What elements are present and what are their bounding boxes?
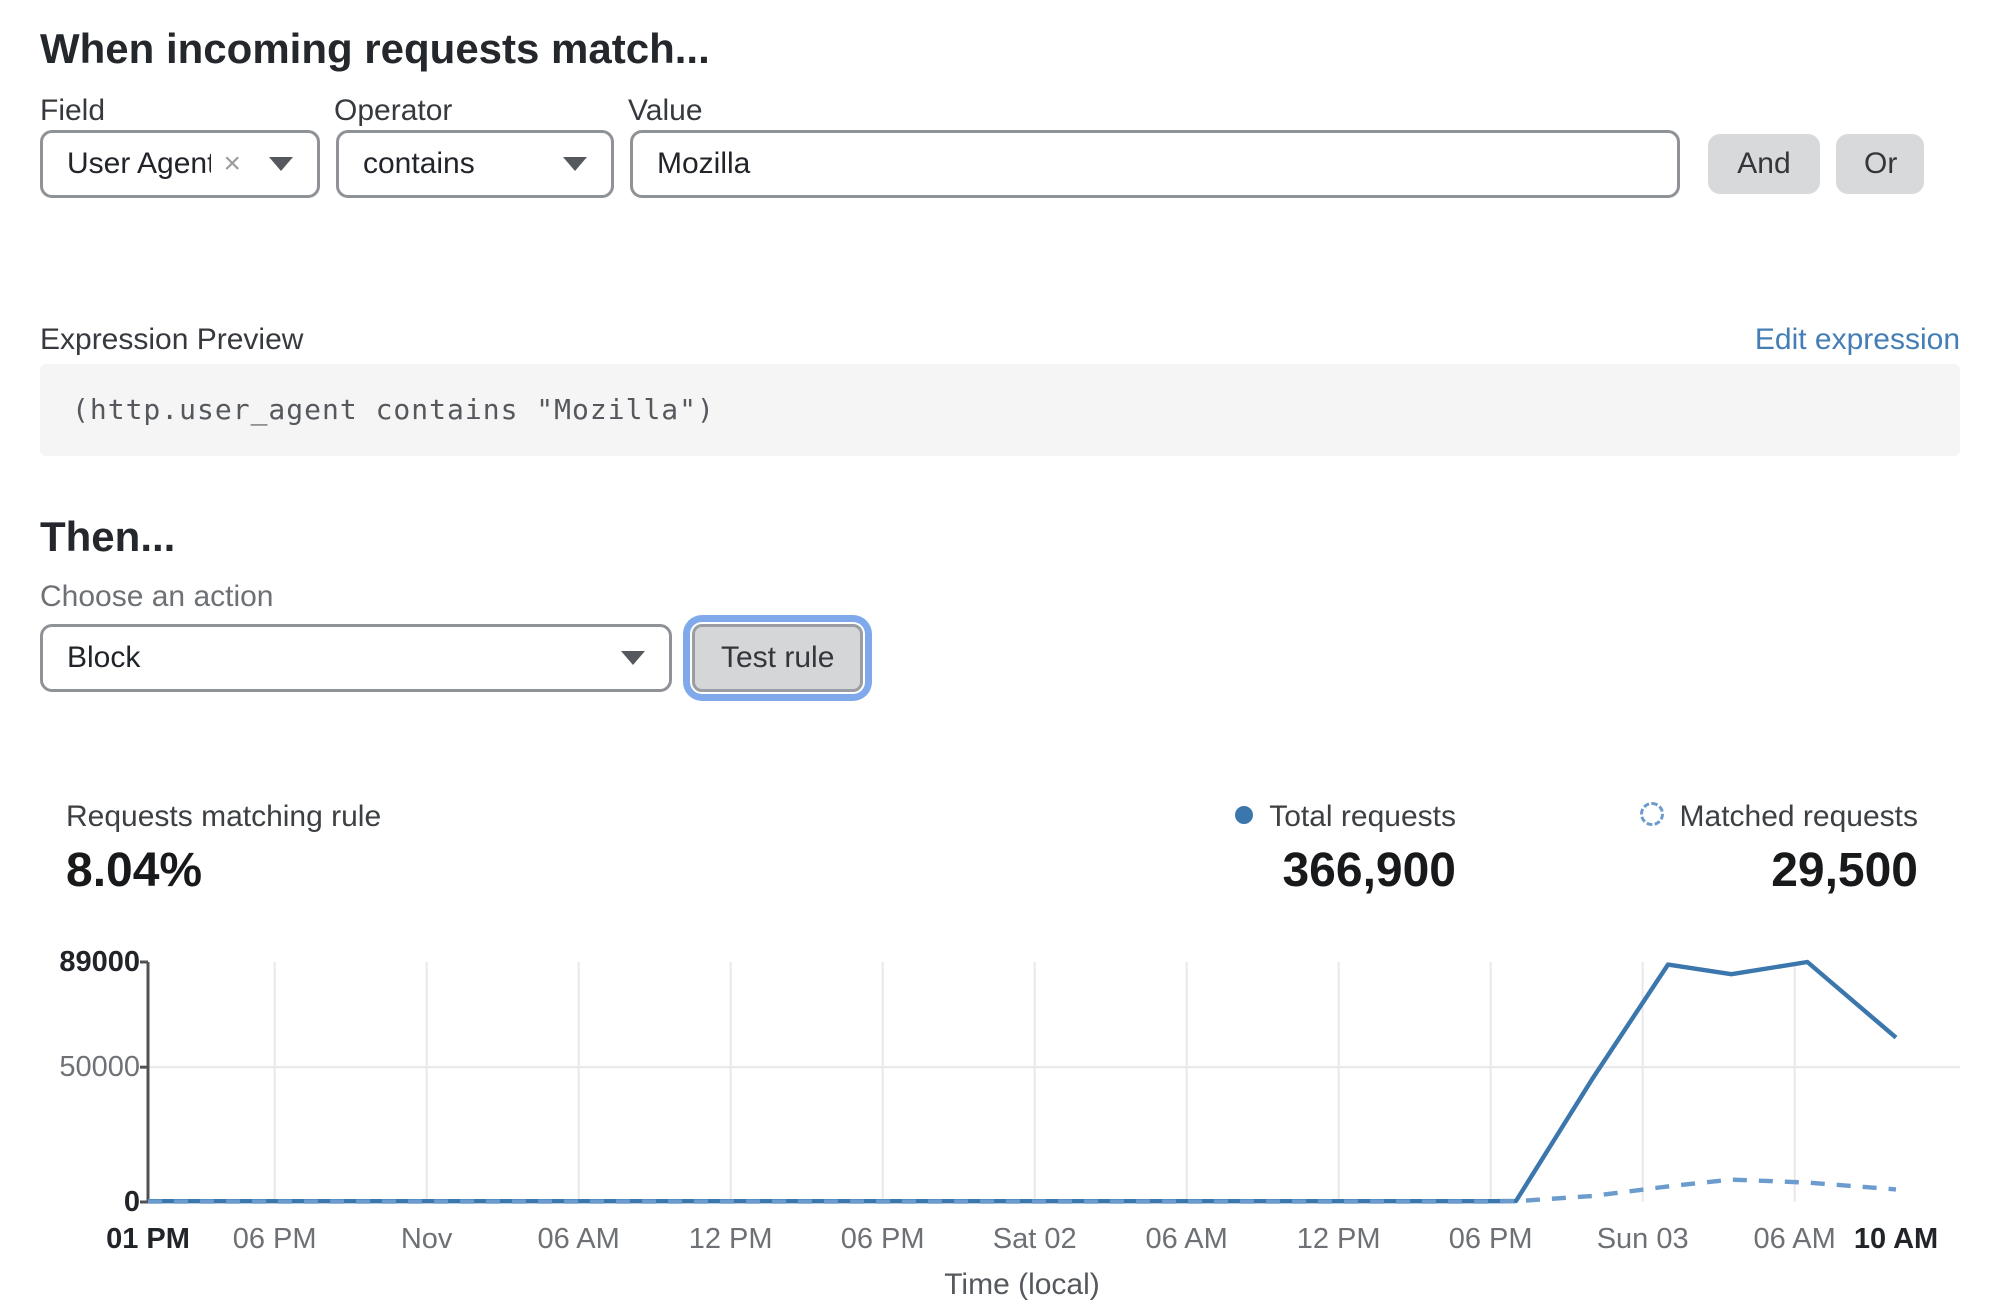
matched-requests-value: 29,500 [1456, 842, 1918, 900]
matched-requests-label: Matched requests [1680, 800, 1918, 833]
when-heading: When incoming requests match... [40, 22, 1960, 76]
field-select[interactable]: User Agent × [40, 130, 320, 198]
x-tick-label: 06 AM [1107, 1220, 1267, 1258]
total-requests-label: Total requests [1269, 800, 1456, 833]
or-button[interactable]: Or [1836, 134, 1924, 194]
and-button[interactable]: And [1708, 134, 1820, 194]
x-tick-label: 06 PM [1411, 1220, 1571, 1258]
y-tick-label: 50000 [40, 1049, 140, 1085]
clear-field-icon[interactable]: × [223, 149, 241, 179]
total-requests-value: 366,900 [656, 842, 1456, 900]
operator-select[interactable]: contains [336, 130, 614, 198]
expression-code: (http.user_agent contains "Mozilla") [72, 393, 715, 426]
solid-dot-icon [1235, 806, 1253, 824]
y-tick-label: 89000 [40, 944, 140, 980]
x-tick-label: Nov [347, 1220, 507, 1258]
action-row: Block Test rule [40, 624, 1960, 692]
value-label: Value [628, 92, 922, 130]
value-input[interactable] [630, 130, 1680, 198]
dashed-circle-icon [1640, 802, 1664, 826]
rule-controls-row: User Agent × contains And Or [40, 130, 1924, 198]
edit-expression-link[interactable]: Edit expression [1755, 320, 1960, 360]
x-tick-label: 12 PM [1259, 1220, 1419, 1258]
x-tick-label: Sat 02 [955, 1220, 1115, 1258]
matching-rule-stat: Requests matching rule 8.04% [66, 798, 656, 900]
action-select[interactable]: Block [40, 624, 672, 692]
x-axis-title: Time (local) [862, 1268, 1182, 1302]
action-select-value: Block [67, 641, 621, 675]
operator-select-value: contains [363, 147, 563, 181]
choose-action-label: Choose an action [40, 578, 1960, 616]
firewall-rule-builder: When incoming requests match... Field Op… [0, 22, 1999, 1316]
x-tick-label: 06 PM [803, 1220, 963, 1258]
chevron-down-icon [563, 157, 587, 171]
requests-time-chart: Time (local) 0500008900001 PM06 PMNov06 … [0, 900, 1999, 1296]
field-label: Field [40, 92, 334, 130]
matching-rule-value: 8.04% [66, 842, 656, 900]
x-tick-label: 06 PM [195, 1220, 355, 1258]
expression-preview-row: Expression Preview Edit expression [40, 320, 1960, 360]
x-tick-label: 06 AM [499, 1220, 659, 1258]
chevron-down-icon [621, 651, 645, 665]
operator-label: Operator [334, 92, 628, 130]
stats-row: Requests matching rule 8.04% Total reque… [40, 798, 1960, 900]
form-labels-row: Field Operator Value [40, 92, 1960, 130]
total-requests-stat: Total requests 366,900 [656, 798, 1456, 900]
x-tick-label: Sun 03 [1563, 1220, 1723, 1258]
x-tick-label: 10 AM [1816, 1220, 1976, 1258]
matched-requests-legend: Matched requests [1456, 798, 1918, 836]
matched-requests-line [148, 1180, 1896, 1202]
test-rule-button[interactable]: Test rule [692, 624, 863, 692]
expression-code-box: (http.user_agent contains "Mozilla") [40, 364, 1960, 456]
total-requests-line [148, 962, 1896, 1201]
chevron-down-icon [269, 157, 293, 171]
total-requests-legend: Total requests [656, 798, 1456, 836]
matching-rule-label: Requests matching rule [66, 798, 656, 836]
field-select-value: User Agent [67, 147, 211, 181]
x-tick-label: 12 PM [651, 1220, 811, 1258]
expression-preview-label: Expression Preview [40, 320, 303, 360]
then-heading: Then... [40, 510, 1960, 564]
y-tick-label: 0 [40, 1184, 140, 1220]
matched-requests-stat: Matched requests 29,500 [1456, 798, 1960, 900]
